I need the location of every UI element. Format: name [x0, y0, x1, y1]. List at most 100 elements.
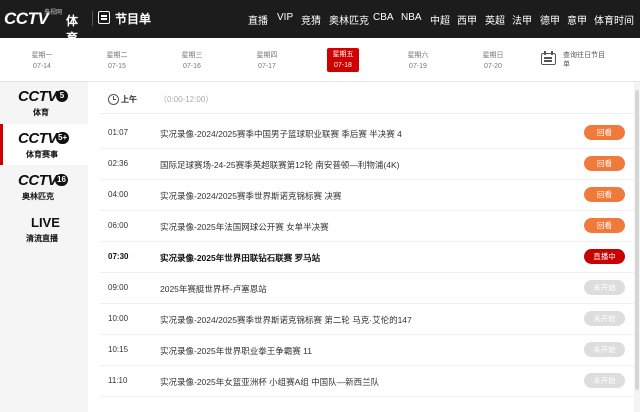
weekday-label: 星期日	[482, 52, 504, 59]
program-time: 10:15	[108, 345, 129, 354]
program-row: 01:07 实况录像-2024/2025赛季中国男子篮球职业联赛 季后赛 半决赛…	[100, 118, 634, 149]
program-row: 10:15 实况录像-2025年世界职业拳王争霸赛 11 未开始	[100, 335, 634, 366]
channel-cctv5plus[interactable]: CCTV 5+ 体育赛事	[0, 124, 88, 165]
weekday-label: 星期六	[407, 52, 429, 59]
program-row: 11:10 实况录像-2025年女篮亚洲杯 小组赛A组 中国队—新西兰队 未开始	[100, 366, 634, 397]
date-label: 07-15	[108, 63, 126, 70]
date-tab-0719[interactable]: 星期六 07-19	[398, 50, 438, 72]
scrollbar-thumb[interactable]	[635, 90, 639, 390]
channel-live[interactable]: LIVE 清流直播	[0, 208, 88, 249]
weekday-label: 星期三	[181, 52, 203, 59]
channel-logo: CCTV	[18, 172, 57, 189]
program-row: 02:36 国际足球赛场-24-25赛季英超联赛第12轮 南安普顿—利物浦(4K…	[100, 149, 634, 180]
replay-button[interactable]: 回看	[584, 187, 625, 202]
program-title: 实况录像-2024/2025赛季世界斯诺克锦标赛 决赛	[160, 191, 342, 201]
schedule-icon	[98, 11, 110, 24]
nav-item-ligue1[interactable]: 法甲	[512, 12, 532, 28]
program-time: 06:00	[108, 221, 129, 230]
weekday-label: 星期一	[31, 52, 53, 59]
channel-number-badge: 5+	[56, 132, 70, 144]
live-now-button[interactable]: 直播中	[584, 249, 625, 264]
replay-button[interactable]: 回看	[584, 125, 625, 140]
program-title: 实况录像-2025年女篮亚洲杯 小组赛A组 中国队—新西兰队	[160, 377, 380, 387]
program-title: 实况录像-2025年世界田联钻石联赛 罗马站	[160, 253, 321, 263]
program-time: 07:30	[108, 252, 129, 261]
date-label: 07-17	[258, 63, 276, 70]
channel-number-badge: 5	[56, 90, 68, 102]
program-row: 06:00 实况录像-2025年法国网球公开赛 女单半决赛 回看	[100, 211, 634, 242]
page-title-text: 节目单	[115, 12, 152, 26]
upcoming-badge: 未开始	[584, 311, 625, 326]
date-label: 07-14	[33, 63, 51, 70]
nav-item-cba[interactable]: CBA	[373, 12, 394, 28]
program-title: 实况录像-2024/2025赛季中国男子篮球职业联赛 季后赛 半决赛 4	[160, 129, 402, 139]
channel-cctv16[interactable]: CCTV 16 奥林匹克	[0, 166, 88, 207]
top-navbar: CCTV 央视网 体育 节目单 直播 VIP 竞猜 奥林匹克 CBA NBA 中…	[0, 0, 640, 45]
clock-icon	[108, 94, 119, 105]
nav-item-nba[interactable]: NBA	[401, 12, 422, 28]
program-row: 04:00 实况录像-2024/2025赛季世界斯诺克锦标赛 决赛 回看	[100, 180, 634, 211]
weekday-label: 星期五	[332, 51, 354, 58]
program-time: 11:10	[108, 376, 128, 385]
upcoming-badge: 未开始	[584, 342, 625, 357]
channel-logo: CCTV	[18, 88, 57, 105]
nav-item-vip[interactable]: VIP	[277, 12, 293, 28]
date-tab-0715[interactable]: 星期二 07-15	[97, 50, 137, 72]
program-row-live: 07:30 实况录像-2025年世界田联钻石联赛 罗马站 直播中	[100, 242, 634, 273]
period-name: 上午	[121, 95, 137, 104]
date-label: 07-16	[183, 63, 201, 70]
nav-item-olympic[interactable]: 奥林匹克	[329, 12, 369, 28]
channel-name: 清流直播	[26, 234, 58, 243]
program-time: 09:00	[108, 283, 129, 292]
channel-number-badge: 16	[55, 174, 68, 186]
program-title: 实况录像-2024/2025赛季世界斯诺克锦标赛 第二轮 马克·艾伦的147	[160, 315, 412, 325]
channel-name: 奥林匹克	[22, 192, 54, 201]
channel-name: 体育	[33, 108, 49, 117]
program-time: 02:36	[108, 159, 129, 168]
nav-item-quiz[interactable]: 竞猜	[301, 12, 321, 28]
logo-cn: 央视网	[44, 10, 63, 16]
date-tab-0716[interactable]: 星期三 07-16	[172, 50, 212, 72]
date-selector: 星期一 07-14 星期二 07-15 星期三 07-16 星期四 07-17 …	[0, 38, 640, 82]
replay-button[interactable]: 回看	[584, 156, 625, 171]
upcoming-badge: 未开始	[584, 280, 625, 295]
weekday-label: 星期四	[256, 52, 278, 59]
date-label: 07-18	[334, 62, 352, 69]
program-title: 2025年赛艇世界杯-卢塞恩站	[160, 284, 267, 294]
program-title: 实况录像-2025年法国网球公开赛 女单半决赛	[160, 222, 329, 232]
nav-item-laliga[interactable]: 西甲	[457, 12, 477, 28]
program-time: 04:00	[108, 190, 129, 199]
upcoming-badge: 未开始	[584, 373, 625, 388]
logo-divider	[92, 11, 93, 26]
logo-text: CCTV	[4, 9, 49, 28]
nav-item-bundesliga[interactable]: 德甲	[540, 12, 560, 28]
date-tab-0717[interactable]: 星期四 07-17	[247, 50, 287, 72]
replay-button[interactable]: 回看	[584, 218, 625, 233]
channel-cctv5[interactable]: CCTV 5 体育	[0, 82, 88, 123]
date-tab-0720[interactable]: 星期日 07-20	[473, 50, 513, 72]
divider	[100, 113, 634, 114]
program-row: 09:00 2025年赛艇世界杯-卢塞恩站 未开始	[100, 273, 634, 304]
cctv-sports-logo[interactable]: CCTV 央视网 体育	[4, 7, 88, 45]
nav-item-epl[interactable]: 英超	[485, 12, 505, 28]
program-row: 10:00 实况录像-2024/2025赛季世界斯诺克锦标赛 第二轮 马克·艾伦…	[100, 304, 634, 335]
nav-item-seriea[interactable]: 意甲	[567, 12, 587, 28]
calendar-icon[interactable]	[541, 51, 556, 65]
channel-logo: LIVE	[31, 215, 60, 230]
past-schedule-link[interactable]: 查询往日节目单	[563, 51, 607, 69]
weekday-label: 星期二	[106, 52, 128, 59]
nav-item-live[interactable]: 直播	[248, 12, 268, 28]
program-title: 国际足球赛场-24-25赛季英超联赛第12轮 南安普顿—利物浦(4K)	[160, 160, 400, 170]
nav-item-csl[interactable]: 中超	[430, 12, 450, 28]
nav-item-sports-time[interactable]: 体育时间	[594, 12, 634, 28]
channel-name: 体育赛事	[26, 150, 58, 159]
date-tab-0718[interactable]: 星期五 07-18	[327, 48, 359, 72]
channel-sidebar: CCTV 5 体育 CCTV 5+ 体育赛事 CCTV 16 奥林匹克 LIVE…	[0, 82, 88, 412]
date-tab-0714[interactable]: 星期一 07-14	[22, 50, 62, 72]
date-label: 07-20	[484, 63, 502, 70]
program-time: 10:00	[108, 314, 129, 323]
channel-logo: CCTV	[18, 130, 57, 147]
period-range: （0:00-12:00）	[159, 95, 214, 104]
program-time: 01:07	[108, 128, 129, 137]
program-title: 实况录像-2025年世界职业拳王争霸赛 11	[160, 346, 312, 356]
